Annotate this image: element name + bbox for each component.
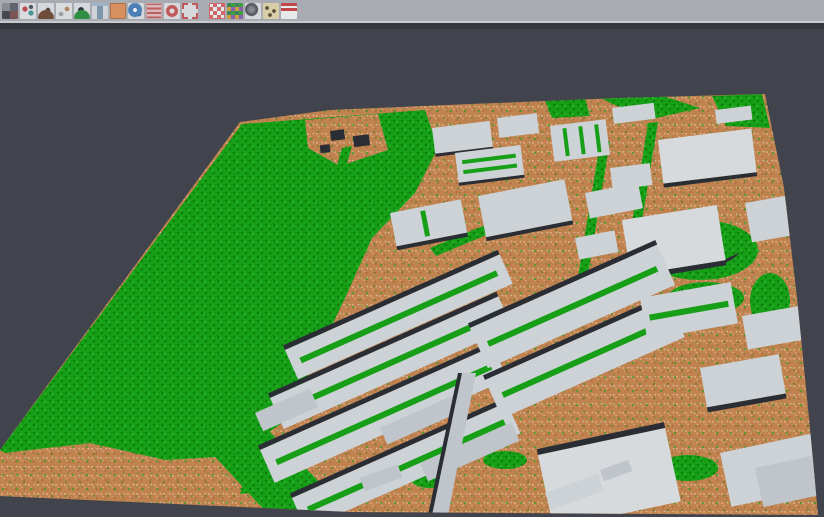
sphere-icon — [245, 3, 261, 19]
classification-palette-icon — [227, 3, 243, 19]
classification-palette-icon-button[interactable] — [226, 1, 244, 21]
terrain-brown-icon-button[interactable] — [37, 1, 55, 21]
terrain-brown-icon — [38, 3, 54, 19]
application-window — [0, 0, 824, 517]
control-points-icon-button[interactable] — [262, 1, 280, 21]
point-samples-icon-button[interactable] — [19, 1, 37, 21]
crop-bounds-icon-button[interactable] — [181, 1, 199, 21]
striped-layers-icon-button[interactable] — [280, 1, 298, 21]
project-blocks-icon-button[interactable] — [1, 1, 19, 21]
point-samples-icon — [20, 3, 36, 19]
terrain-green-icon-button[interactable] — [73, 1, 91, 21]
grid-cells-icon-button[interactable] — [208, 1, 226, 21]
globe-icon — [128, 3, 144, 19]
crop-bounds-icon — [182, 3, 198, 19]
striped-layers-icon — [281, 3, 297, 19]
profile-column-icon-button[interactable] — [91, 1, 109, 21]
sparse-points-icon-button[interactable] — [55, 1, 73, 21]
log-list-icon — [146, 3, 162, 19]
target-ring-icon-button[interactable] — [163, 1, 181, 21]
terrain-green-icon — [74, 3, 90, 19]
profile-column-icon — [92, 3, 108, 19]
point-cloud-render[interactable] — [0, 23, 824, 515]
target-ring-icon — [164, 3, 180, 19]
log-list-icon-button[interactable] — [145, 1, 163, 21]
globe-icon-button[interactable] — [127, 1, 145, 21]
viewport-top-strip — [0, 23, 824, 29]
sparse-points-icon — [56, 3, 72, 19]
sphere-icon-button[interactable] — [244, 1, 262, 21]
grid-cells-icon — [209, 3, 225, 19]
main-toolbar — [0, 0, 824, 23]
control-points-icon — [263, 3, 279, 19]
viewport-3d[interactable] — [0, 23, 824, 515]
project-blocks-icon — [2, 3, 18, 19]
ortho-tile-icon-button[interactable] — [109, 1, 127, 21]
ortho-tile-icon — [110, 3, 126, 19]
